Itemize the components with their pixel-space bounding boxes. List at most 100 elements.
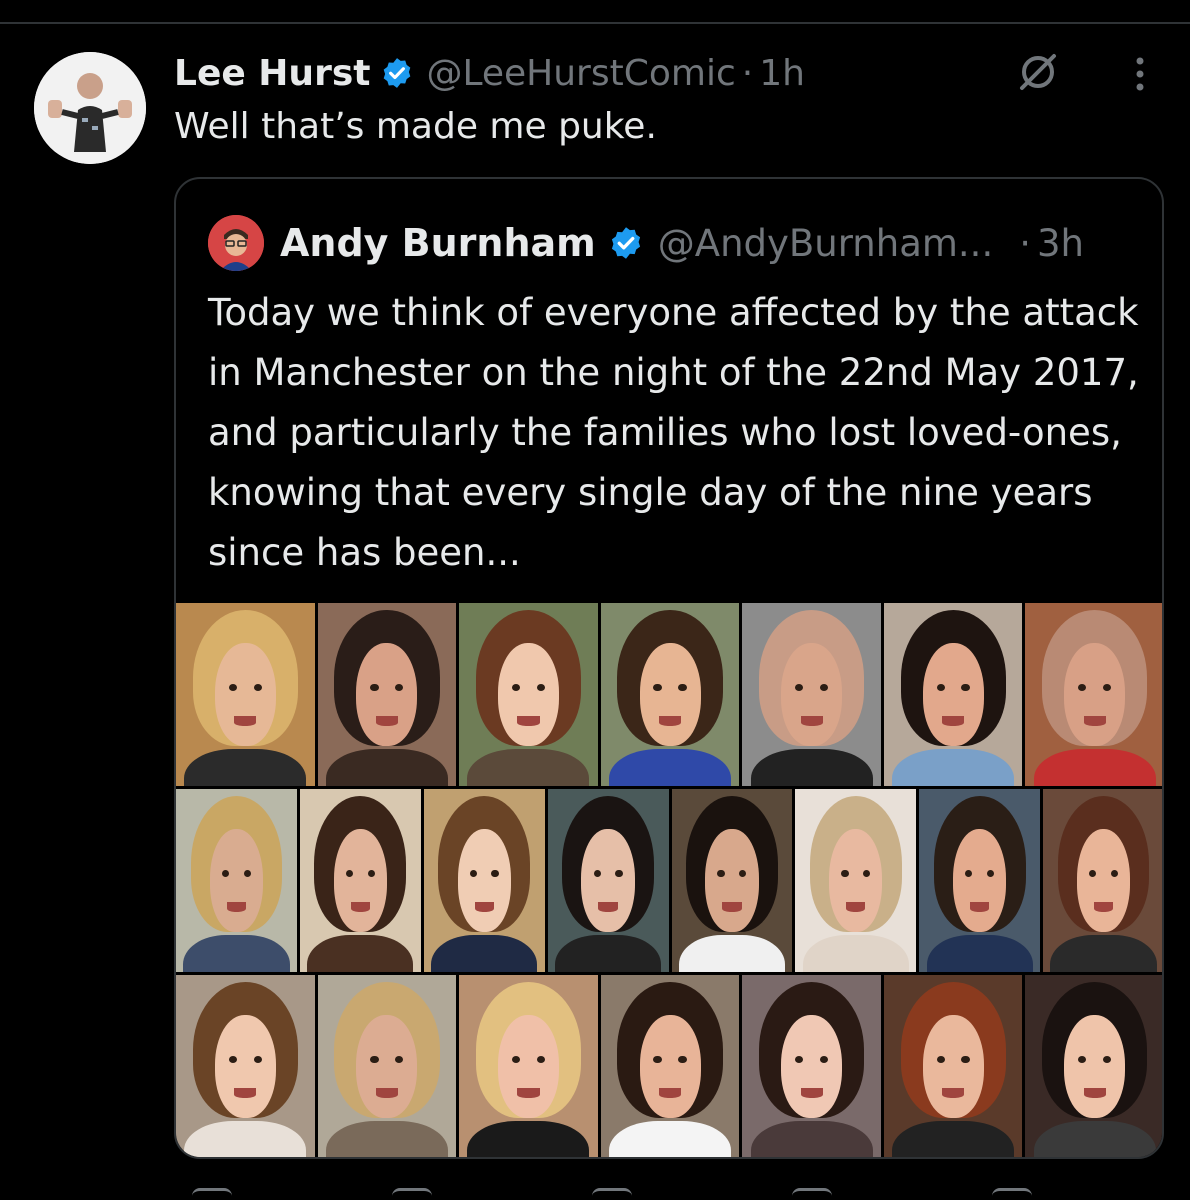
portrait-eye [345, 869, 354, 877]
portrait-photo[interactable] [600, 603, 740, 786]
portrait-skin [1076, 829, 1131, 932]
portrait-skin [639, 1015, 701, 1118]
portrait-eye [961, 1055, 970, 1063]
portrait-skin [639, 643, 701, 746]
portrait-photo[interactable] [742, 975, 881, 1157]
more-options-icon[interactable] [1128, 54, 1152, 94]
portrait-eye [491, 869, 499, 877]
quoted-avatar-illustration [208, 215, 264, 271]
portrait-eye [678, 1055, 687, 1063]
top-divider [0, 22, 1190, 24]
portrait-mouth [658, 716, 682, 726]
portrait-mouth [942, 716, 965, 726]
portrait-photo[interactable] [671, 789, 793, 972]
reply-icon[interactable] [192, 1188, 232, 1200]
portrait-skin [497, 1015, 559, 1118]
grok-icon[interactable] [1016, 50, 1060, 94]
quoted-author-handle[interactable]: @AndyBurnham... [658, 222, 993, 265]
portrait-shirt [325, 749, 448, 786]
portrait-photo[interactable] [423, 789, 545, 972]
portrait-photo[interactable] [1043, 789, 1162, 972]
portrait-skin [356, 643, 418, 746]
portrait-skin [1064, 1015, 1126, 1118]
quoted-tweet-timestamp[interactable]: 3h [1037, 222, 1084, 265]
portrait-eye [370, 683, 379, 691]
portrait-eye [511, 683, 521, 691]
retweet-icon[interactable] [392, 1188, 432, 1200]
like-icon[interactable] [592, 1188, 632, 1200]
portrait-eye [243, 869, 251, 877]
portrait-photo[interactable] [600, 975, 740, 1157]
portrait-skin [497, 643, 559, 746]
portrait-skin [457, 829, 511, 932]
quoted-author-avatar[interactable] [208, 215, 264, 271]
photo-collage[interactable] [176, 603, 1162, 1157]
portrait-skin [214, 643, 276, 746]
portrait-eye [653, 1055, 662, 1063]
portrait-eye [228, 1055, 237, 1063]
portrait-mouth [722, 902, 742, 912]
verified-badge-icon [608, 225, 644, 261]
portrait-photo[interactable] [176, 603, 315, 786]
portrait-eye [986, 869, 995, 877]
portrait-eye [469, 869, 477, 877]
verified-badge-icon [380, 56, 414, 90]
portrait-photo[interactable] [742, 603, 881, 786]
header-separator: · [741, 52, 754, 94]
portrait-eye [370, 1055, 379, 1063]
portrait-eye [717, 869, 725, 877]
portrait-mouth [800, 1088, 823, 1098]
portrait-skin [781, 1015, 843, 1118]
portrait-mouth [234, 716, 257, 726]
tweet-timestamp[interactable]: 1h [759, 53, 805, 94]
share-icon[interactable] [992, 1188, 1032, 1200]
portrait-skin [1064, 643, 1126, 746]
portrait-shirt [1033, 1121, 1156, 1157]
portrait-shirt [892, 749, 1015, 786]
portrait-photo[interactable] [883, 975, 1023, 1157]
quoted-tweet-card[interactable]: Andy Burnham @AndyBurnham... · 3h Today … [174, 177, 1164, 1159]
portrait-shirt [609, 749, 731, 786]
portrait-mouth [846, 902, 866, 912]
views-icon[interactable] [792, 1188, 832, 1200]
portrait-skin [356, 1015, 418, 1118]
portrait-photo[interactable] [317, 975, 457, 1157]
portrait-eye [794, 1055, 804, 1063]
portrait-eye [961, 683, 970, 691]
portrait-eye [678, 683, 687, 691]
portrait-eye [1110, 869, 1119, 877]
portrait-photo[interactable] [547, 789, 669, 972]
portrait-photo[interactable] [176, 789, 297, 972]
portrait-mouth [1083, 1088, 1106, 1098]
quoted-author-name[interactable]: Andy Burnham [280, 221, 596, 265]
author-name[interactable]: Lee Hurst [174, 53, 370, 94]
portrait-photo[interactable] [1025, 975, 1162, 1157]
portrait-shirt [183, 935, 290, 972]
photo-row [176, 789, 1162, 972]
portrait-eye [221, 869, 230, 877]
portrait-photo[interactable] [176, 975, 315, 1157]
portrait-shirt [184, 749, 307, 786]
quoted-tweet-text: Today we think of everyone affected by t… [208, 291, 1139, 574]
portrait-mouth [226, 902, 247, 912]
portrait-photo[interactable] [795, 789, 917, 972]
portrait-mouth [517, 716, 540, 726]
portrait-shirt [325, 1121, 448, 1157]
portrait-mouth [658, 1088, 682, 1098]
portrait-eye [536, 683, 546, 691]
photo-row [176, 603, 1162, 786]
author-handle[interactable]: @LeeHurstComic [426, 53, 735, 94]
portrait-photo[interactable] [919, 789, 1041, 972]
portrait-skin [953, 829, 1007, 932]
portrait-photo[interactable] [459, 975, 598, 1157]
portrait-mouth [942, 1088, 965, 1098]
portrait-photo[interactable] [459, 603, 598, 786]
portrait-photo[interactable] [1025, 603, 1162, 786]
author-avatar[interactable] [34, 52, 146, 164]
portrait-photo[interactable] [883, 603, 1023, 786]
portrait-skin [829, 829, 883, 932]
portrait-photo[interactable] [317, 603, 457, 786]
portrait-mouth [350, 902, 370, 912]
portrait-photo[interactable] [299, 789, 421, 972]
portrait-shirt [467, 749, 590, 786]
